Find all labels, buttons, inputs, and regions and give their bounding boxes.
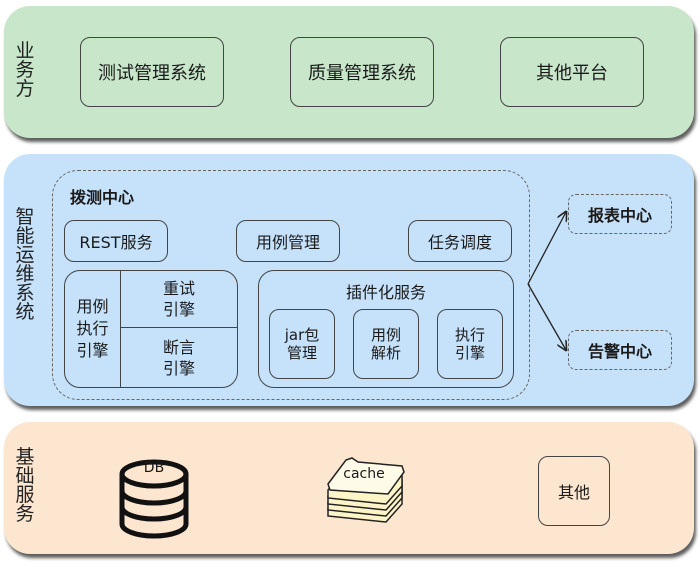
business-layer-label: 业务方	[15, 40, 35, 100]
infra-layer-label: 基础服务	[15, 446, 35, 525]
report-center-box: 报表中心	[568, 194, 672, 234]
quality-management-system-box: 质量管理系统	[290, 37, 434, 107]
arrow-to-alert-center	[527, 283, 566, 350]
alert-center-box: 告警中心	[568, 330, 672, 370]
database-label: DB	[143, 460, 165, 476]
test-management-system-box: 测试管理系统	[80, 37, 224, 107]
other-platform-box: 其他平台	[500, 37, 644, 107]
infra-layer: 基础服务 DB cache 其他	[4, 422, 694, 554]
cache-icon	[327, 457, 405, 523]
ops-layer: 智能运维系统 拨测中心 REST服务 用例管理 任务调度 用例 执行 引擎 重试…	[4, 154, 694, 406]
arrow-to-report-center	[527, 212, 566, 285]
business-layer: 业务方 测试管理系统 质量管理系统 其他平台	[4, 6, 694, 138]
cache-label: cache	[343, 466, 385, 482]
other-infra-box: 其他	[538, 456, 610, 526]
